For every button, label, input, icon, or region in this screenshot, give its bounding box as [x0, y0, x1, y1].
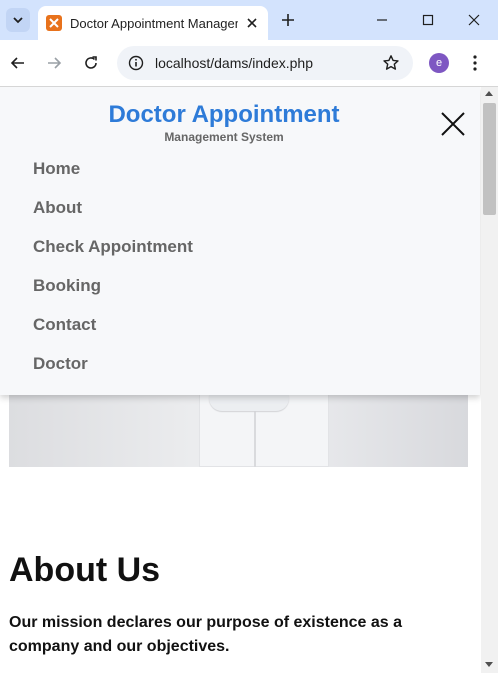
nav-menu: Home About Check Appointment Booking Con…	[33, 157, 193, 391]
nav-item-check-appointment[interactable]: Check Appointment	[33, 235, 193, 274]
url-text[interactable]: localhost/dams/index.php	[155, 55, 313, 71]
address-bar[interactable]: localhost/dams/index.php	[117, 46, 413, 80]
brand-subtitle: Management System	[164, 130, 284, 144]
site-info-icon[interactable]	[125, 52, 147, 74]
nav-item-contact[interactable]: Contact	[33, 313, 193, 352]
scroll-up-arrow-icon[interactable]	[485, 91, 493, 96]
active-tab[interactable]: Doctor Appointment Management System	[38, 6, 268, 40]
browser-toolbar: localhost/dams/index.php e	[0, 40, 498, 86]
profile-avatar[interactable]: e	[429, 53, 449, 73]
reload-icon[interactable]	[79, 51, 103, 75]
tab-title: Doctor Appointment Management System	[70, 15, 238, 31]
xampp-favicon-icon	[46, 15, 62, 31]
brand-title[interactable]: Doctor Appointment	[0, 101, 448, 129]
page-scrollbar[interactable]	[481, 87, 498, 673]
about-heading: About Us	[9, 551, 161, 589]
tab-strip: Doctor Appointment Management System	[0, 0, 498, 40]
menu-close-icon[interactable]	[440, 111, 466, 137]
window-close-icon[interactable]	[462, 8, 486, 32]
more-options-icon[interactable]	[466, 52, 484, 74]
new-tab-plus-icon[interactable]	[278, 10, 298, 30]
back-arrow-icon[interactable]	[6, 51, 30, 75]
nav-item-doctor[interactable]: Doctor	[33, 352, 193, 391]
maximize-icon[interactable]	[416, 8, 440, 32]
page-viewport: About Us Our mission declares our purpos…	[0, 87, 481, 673]
tab-close-icon[interactable]	[244, 15, 260, 31]
nav-item-booking[interactable]: Booking	[33, 274, 193, 313]
forward-arrow-icon[interactable]	[42, 51, 66, 75]
minimize-icon[interactable]	[370, 8, 394, 32]
tab-search-button[interactable]	[6, 8, 30, 32]
about-mission-text: Our mission declares our purpose of exis…	[9, 614, 403, 655]
scroll-down-arrow-icon[interactable]	[485, 662, 493, 667]
chevron-down-icon	[13, 17, 23, 24]
bookmark-star-icon[interactable]	[381, 53, 401, 73]
nav-item-about[interactable]: About	[33, 196, 193, 235]
nav-item-home[interactable]: Home	[33, 157, 193, 196]
offcanvas-menu: Doctor Appointment Management System Hom…	[0, 87, 480, 395]
scrollbar-thumb[interactable]	[483, 103, 496, 215]
